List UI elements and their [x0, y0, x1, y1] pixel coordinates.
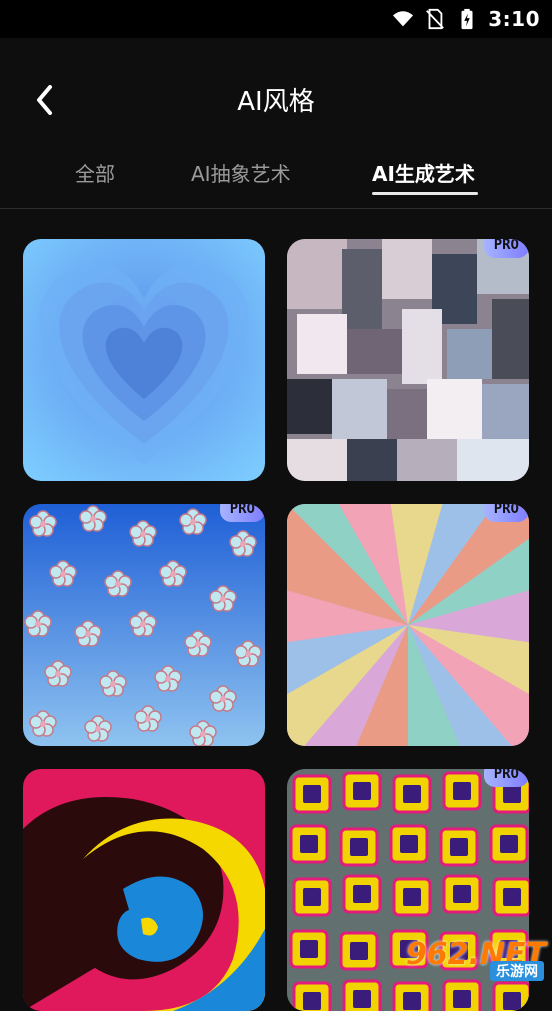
- pro-badge: PRO: [219, 504, 265, 522]
- site-watermark: 962.NET 乐游网: [406, 937, 546, 981]
- wifi-icon: [393, 11, 414, 27]
- pro-badge: PRO: [483, 239, 529, 258]
- style-card-pastel-burst[interactable]: PRO: [287, 504, 529, 746]
- pro-badge: PRO: [483, 504, 529, 522]
- ink-swirl-artwork: [23, 769, 265, 1011]
- watermark-sub: 乐游网: [490, 961, 544, 981]
- style-card-ink-swirl[interactable]: [23, 769, 265, 1011]
- no-sim-icon: [426, 8, 445, 30]
- style-card-blue-heart[interactable]: [23, 239, 265, 481]
- tab-ai-generative-art[interactable]: AI生成艺术: [372, 158, 475, 187]
- page-title: AI风格: [237, 87, 315, 117]
- battery-charging-icon: [461, 8, 473, 30]
- tab-bar: 全部 AI抽象艺术 AI生成艺术: [0, 148, 552, 208]
- style-card-metallic-shards[interactable]: PRO: [287, 239, 529, 481]
- tab-all[interactable]: 全部: [75, 158, 115, 187]
- pastel-burst-artwork: [287, 504, 529, 746]
- pro-badge: PRO: [483, 769, 529, 787]
- active-tab-indicator: [372, 192, 478, 195]
- blue-heart-artwork: [23, 239, 265, 481]
- blue-flowers-artwork: [23, 504, 265, 746]
- status-time: 3:10: [488, 7, 540, 31]
- status-bar: 3:10: [0, 0, 552, 38]
- metallic-shards-artwork: [287, 239, 529, 481]
- header-divider: [0, 208, 552, 209]
- tab-ai-abstract-art[interactable]: AI抽象艺术: [191, 158, 291, 187]
- style-card-blue-flowers[interactable]: PRO: [23, 504, 265, 746]
- app-header: AI风格: [0, 38, 552, 156]
